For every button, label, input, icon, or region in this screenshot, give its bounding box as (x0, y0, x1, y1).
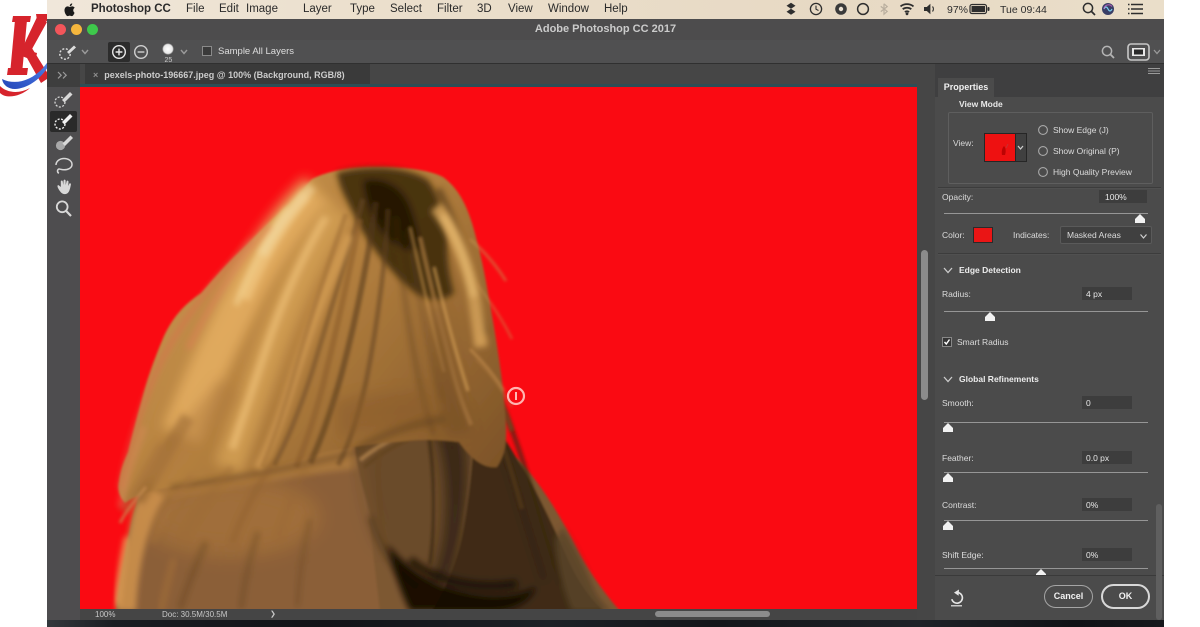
svg-text:97%: 97% (947, 4, 968, 16)
svg-text:Tue 09:44: Tue 09:44 (1000, 4, 1047, 16)
svg-text:25: 25 (165, 57, 173, 63)
